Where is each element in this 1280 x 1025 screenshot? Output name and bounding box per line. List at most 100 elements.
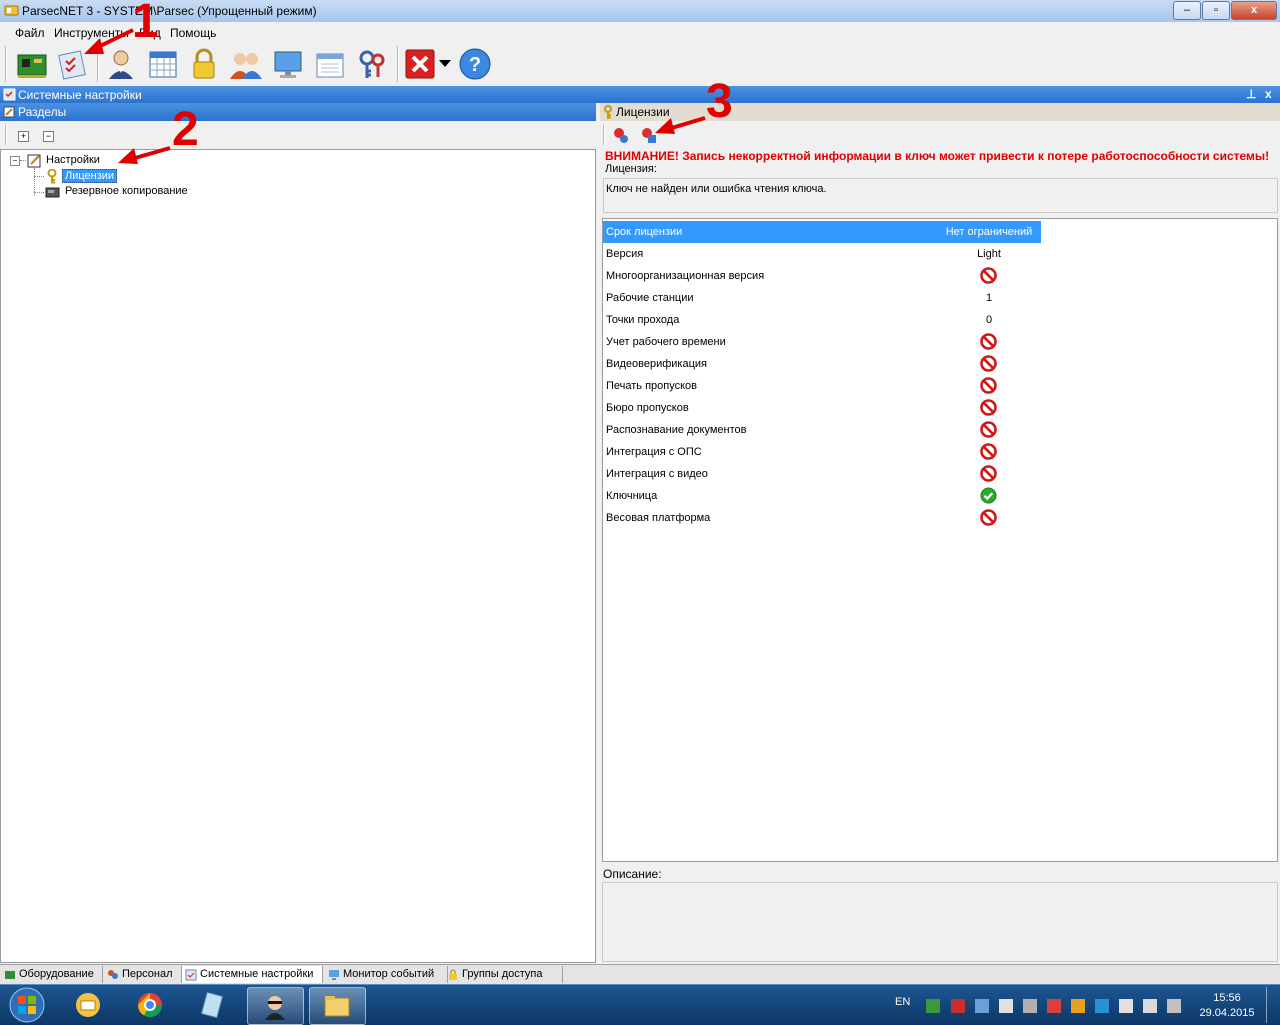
tree-line: [34, 176, 44, 177]
tray-display-icon[interactable]: [1143, 999, 1157, 1013]
grid-row[interactable]: Интеграция с видео: [603, 463, 1041, 485]
forbidden-icon: [980, 465, 997, 482]
help-icon[interactable]: ?: [457, 47, 493, 81]
tab-hardware[interactable]: Оборудование: [1, 966, 103, 983]
pin-button[interactable]: ⊥: [1246, 87, 1256, 101]
forbidden-icon: [980, 399, 997, 416]
panel-close-button[interactable]: x: [1265, 87, 1272, 101]
calendar-icon[interactable]: [312, 47, 348, 81]
tray-network-icon[interactable]: [926, 999, 940, 1013]
taskbar-explorer[interactable]: [309, 987, 366, 1025]
forbidden-icon: [980, 443, 997, 460]
grid-row-name: Срок лицензии: [606, 226, 683, 238]
keys-icon[interactable]: [354, 47, 390, 81]
grid-row-name: Рабочие станции: [606, 292, 694, 304]
settings-node-icon: [27, 154, 41, 168]
license-value: Ключ не найден или ошибка чтения ключа.: [606, 183, 827, 195]
start-button[interactable]: [6, 986, 48, 1024]
grid-row[interactable]: Точки прохода 0: [603, 309, 1041, 331]
tray-sync-icon[interactable]: [975, 999, 989, 1013]
annotation-number-3: 3: [706, 75, 733, 128]
notepad-icon: [200, 991, 224, 1019]
grid-row[interactable]: Печать пропусков: [603, 375, 1041, 397]
grid-row[interactable]: Видеоверификация: [603, 353, 1041, 375]
grid-row-name: Версия: [606, 248, 644, 260]
language-indicator[interactable]: EN: [895, 996, 910, 1008]
tray-volume-icon[interactable]: [1047, 999, 1061, 1013]
taskbar-notes[interactable]: [185, 987, 240, 1023]
license-key-icon: [604, 105, 612, 119]
grid-row[interactable]: Ключница: [603, 485, 1041, 507]
grid-row-name: Весовая платформа: [606, 512, 711, 524]
menu-help[interactable]: Помощь: [170, 26, 216, 40]
grid-row-name: Видеоверификация: [606, 358, 708, 370]
clock-date: 29.04.2015: [1199, 1007, 1255, 1019]
toolbar-grip: [5, 46, 7, 82]
users-group-icon[interactable]: [228, 47, 264, 81]
minimize-button[interactable]: –: [1173, 1, 1201, 20]
system-settings-icon: [3, 88, 16, 101]
personnel-icon[interactable]: [103, 47, 139, 81]
menu-tools[interactable]: Инструменты: [54, 26, 129, 40]
lock-icon[interactable]: [186, 47, 222, 81]
schedule-table-icon[interactable]: [145, 47, 181, 81]
hardware-board-icon[interactable]: [14, 47, 50, 81]
annotation-number-2: 2: [172, 103, 199, 156]
grid-row[interactable]: Срок лицензии Нет ограничений: [603, 221, 1041, 243]
tray-tool-icon[interactable]: [1023, 999, 1037, 1013]
close-button[interactable]: x: [1231, 1, 1277, 20]
tab-access-groups[interactable]: Группы доступа: [444, 966, 563, 983]
tray-folder-icon[interactable]: [1071, 999, 1085, 1013]
show-desktop-button[interactable]: [1266, 987, 1279, 1023]
tray-app-icon[interactable]: [951, 999, 965, 1013]
forbidden-icon: [980, 267, 997, 284]
menu-bar: Файл Инструменты Вид Помощь: [0, 22, 1280, 42]
taskbar-chrome[interactable]: [123, 987, 178, 1023]
monitor-icon: [329, 970, 339, 980]
expand-all-button[interactable]: +: [18, 131, 29, 142]
tree-toggle[interactable]: −: [10, 156, 20, 166]
grid-row[interactable]: Учет рабочего времени: [603, 331, 1041, 353]
grid-row-name: Ключница: [606, 490, 658, 502]
dropdown-arrow-icon[interactable]: [438, 58, 452, 68]
taskbar-mail-app[interactable]: [61, 987, 116, 1023]
tab-event-monitor[interactable]: Монитор событий: [325, 966, 448, 983]
chrome-icon: [138, 993, 162, 1018]
grid-row[interactable]: Распознавание документов: [603, 419, 1041, 441]
forbidden-icon: [980, 421, 997, 438]
taskbar-parsecnet[interactable]: [247, 987, 304, 1025]
grid-row[interactable]: Версия Light: [603, 243, 1041, 265]
tab-label: Системные настройки: [200, 968, 314, 980]
users-group-icon: [108, 970, 118, 979]
monitor-icon[interactable]: [270, 47, 306, 81]
clock[interactable]: 15:56 29.04.2015: [1196, 991, 1258, 1021]
tab-system-settings[interactable]: Системные настройки: [181, 966, 323, 983]
tree-node-licenses[interactable]: Лицензии: [62, 169, 118, 183]
tray-sound-icon[interactable]: [1167, 999, 1181, 1013]
toolbar-separator: [397, 46, 399, 82]
exit-icon[interactable]: [402, 47, 438, 81]
grid-row[interactable]: Рабочие станции 1: [603, 287, 1041, 309]
grid-row[interactable]: Бюро пропусков: [603, 397, 1041, 419]
tray-chat-icon[interactable]: [999, 999, 1013, 1013]
license-field: Ключ не найден или ошибка чтения ключа.: [603, 178, 1278, 213]
grid-row-name: Интеграция с видео: [606, 468, 708, 480]
menu-file[interactable]: Файл: [15, 26, 45, 40]
grid-row[interactable]: Весовая платформа: [603, 507, 1041, 529]
tree-node-backup[interactable]: Резервное копирование: [65, 185, 188, 197]
tray-teamviewer-icon[interactable]: [1095, 999, 1109, 1013]
settings-checklist-icon[interactable]: [55, 47, 91, 81]
write-key-icon[interactable]: [640, 127, 657, 144]
collapse-all-button[interactable]: −: [43, 131, 54, 142]
mail-app-icon: [76, 993, 100, 1017]
grid-row[interactable]: Многоорганизационная версия: [603, 265, 1041, 287]
tree-line: [34, 192, 44, 193]
bottom-tabs: Оборудование Персонал Системные настройк…: [0, 964, 1280, 985]
toolbar-grip: [5, 125, 7, 145]
read-key-icon[interactable]: [612, 127, 629, 144]
tab-personnel[interactable]: Персонал: [104, 966, 183, 983]
tree-node-settings[interactable]: Настройки: [46, 154, 100, 166]
tray-flag-icon[interactable]: [1119, 999, 1133, 1013]
grid-row[interactable]: Интеграция с ОПС: [603, 441, 1041, 463]
maximize-button[interactable]: ▫: [1202, 1, 1230, 20]
